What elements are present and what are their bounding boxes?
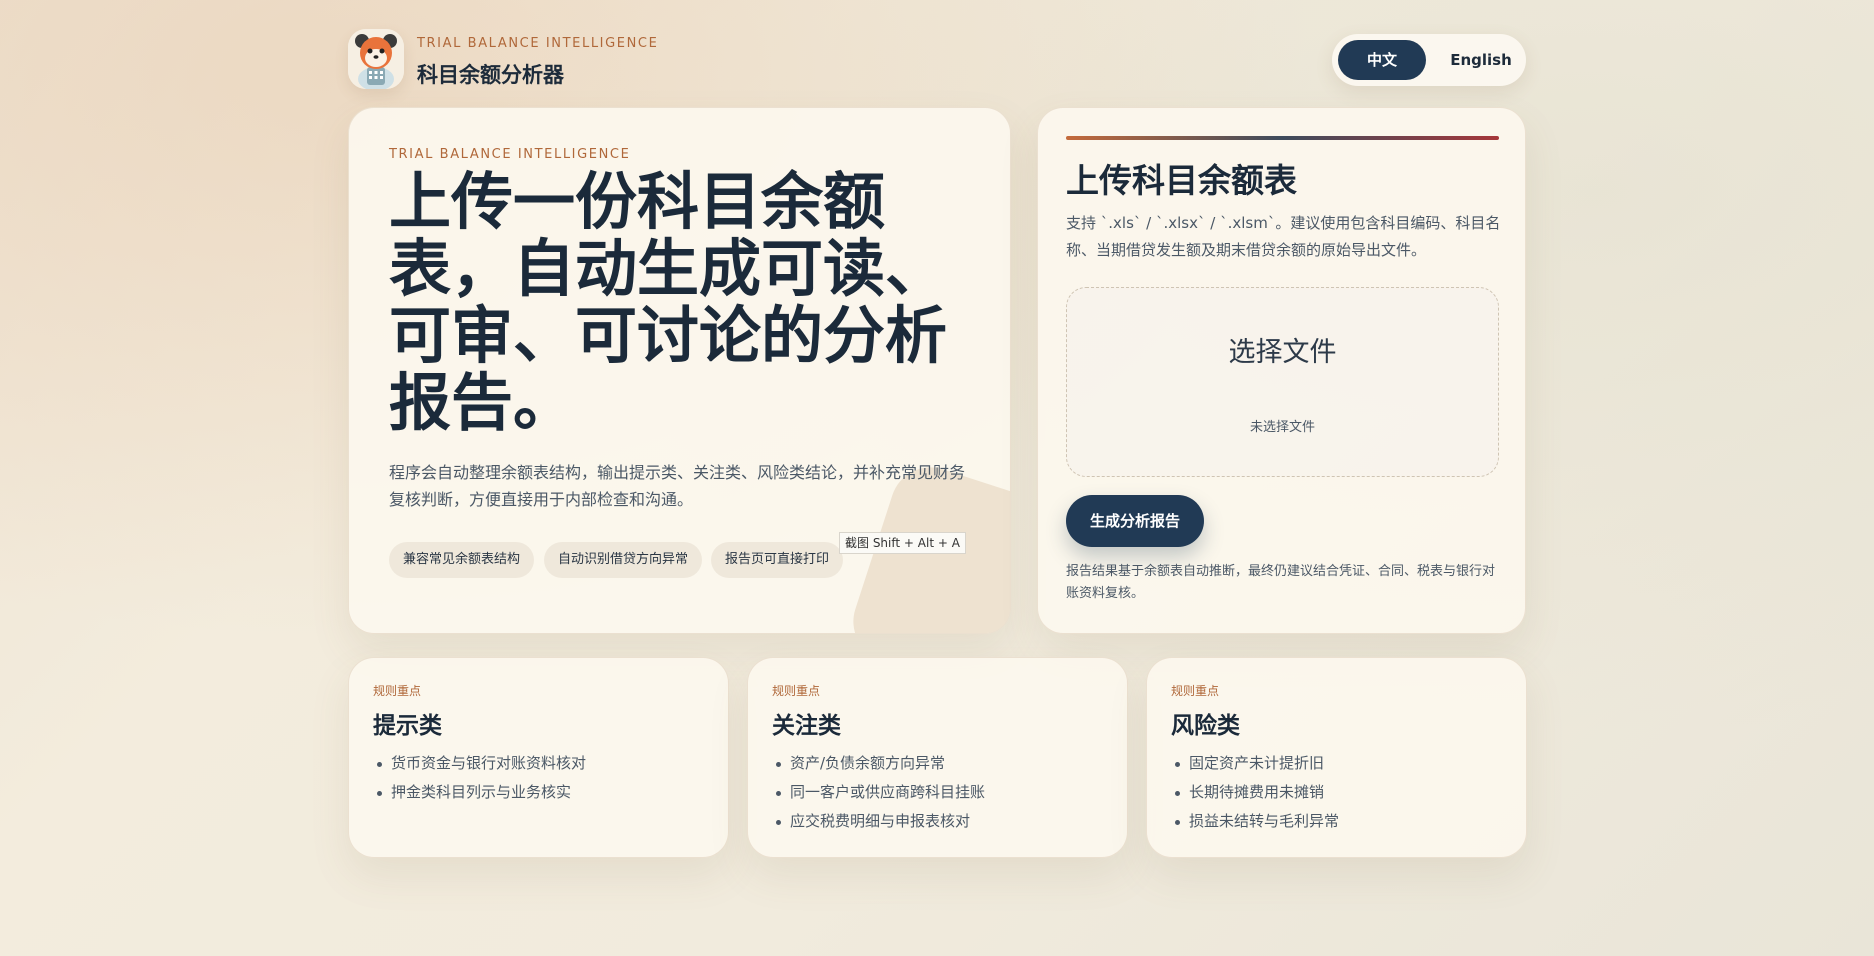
- feature-chip: 报告页可直接打印: [711, 542, 844, 578]
- rule-kicker: 规则重点: [772, 684, 821, 698]
- panda-mascot-icon: [348, 29, 404, 89]
- rule-list: 资产/负债余额方向异常 同一客户或供应商跨科目挂账 应交税费明细与申报表核对: [772, 749, 985, 836]
- rule-item: 损益未结转与毛利异常: [1171, 807, 1339, 836]
- rule-item: 长期待摊费用未摊销: [1171, 778, 1339, 807]
- upload-note: 报告结果基于余额表自动推断，最终仍建议结合凭证、合同、税表与银行对账资料复核。: [1066, 564, 1496, 601]
- rule-card-risk: 规则重点 风险类 固定资产未计提折旧 长期待摊费用未摊销 损益未结转与毛利异常: [1146, 657, 1527, 858]
- rule-title: 提示类: [373, 713, 442, 739]
- rule-card-attention: 规则重点 关注类 资产/负债余额方向异常 同一客户或供应商跨科目挂账 应交税费明…: [747, 657, 1128, 858]
- rule-title: 关注类: [772, 713, 841, 739]
- generate-report-button[interactable]: 生成分析报告: [1066, 495, 1204, 547]
- hero-title: 上传一份科目余额表，自动生成可读、可审、可讨论的分析报告。: [389, 165, 948, 439]
- brand-kicker: TRIAL BALANCE INTELLIGENCE: [417, 36, 659, 51]
- rule-card-tips: 规则重点 提示类 货币资金与银行对账资料核对 押金类科目列示与业务核实: [348, 657, 729, 858]
- feature-chip: 自动识别借贷方向异常: [544, 542, 703, 578]
- page-container: TRIAL BALANCE INTELLIGENCE 科目余额分析器 中文 En…: [348, 0, 1527, 956]
- rule-kicker: 规则重点: [373, 684, 422, 698]
- brand-title: 科目余额分析器: [417, 63, 564, 87]
- rule-list: 固定资产未计提折旧 长期待摊费用未摊销 损益未结转与毛利异常: [1171, 749, 1339, 836]
- language-option-zh[interactable]: 中文: [1338, 40, 1426, 80]
- upload-description: 支持 `.xls` / `.xlsx` / `.xlsm`。建议使用包含科目编码…: [1066, 214, 1501, 259]
- rule-item: 同一客户或供应商跨科目挂账: [772, 778, 985, 807]
- choose-file-button[interactable]: 选择文件: [1067, 330, 1498, 369]
- upload-card: 上传科目余额表 支持 `.xls` / `.xlsx` / `.xlsm`。建议…: [1037, 107, 1526, 634]
- app-header: TRIAL BALANCE INTELLIGENCE 科目余额分析器 中文 En…: [348, 29, 1526, 89]
- screenshot-tooltip: 截图 Shift + Alt + A: [839, 532, 966, 554]
- rule-item: 应交税费明细与申报表核对: [772, 807, 985, 836]
- accent-bar: [1066, 136, 1499, 140]
- upload-title: 上传科目余额表: [1066, 161, 1297, 200]
- rule-item: 货币资金与银行对账资料核对: [373, 749, 586, 778]
- hero-description: 程序会自动整理余额表结构，输出提示类、关注类、风险类结论，并补充常见财务复核判断…: [389, 463, 966, 509]
- language-switch: 中文 English: [1332, 34, 1526, 86]
- rule-item: 固定资产未计提折旧: [1171, 749, 1339, 778]
- rule-title: 风险类: [1171, 713, 1240, 739]
- feature-chip: 兼容常见余额表结构: [389, 542, 535, 578]
- file-status: 未选择文件: [1249, 420, 1315, 435]
- rule-kicker: 规则重点: [1171, 684, 1220, 698]
- rule-item: 资产/负债余额方向异常: [772, 749, 985, 778]
- language-option-en[interactable]: English: [1442, 40, 1520, 80]
- hero-kicker: TRIAL BALANCE INTELLIGENCE: [389, 147, 631, 162]
- rule-list: 货币资金与银行对账资料核对 押金类科目列示与业务核实: [373, 749, 586, 807]
- rule-item: 押金类科目列示与业务核实: [373, 778, 586, 807]
- hero-card: TRIAL BALANCE INTELLIGENCE 上传一份科目余额表，自动生…: [348, 107, 1011, 634]
- file-dropzone[interactable]: 选择文件 未选择文件: [1066, 287, 1499, 477]
